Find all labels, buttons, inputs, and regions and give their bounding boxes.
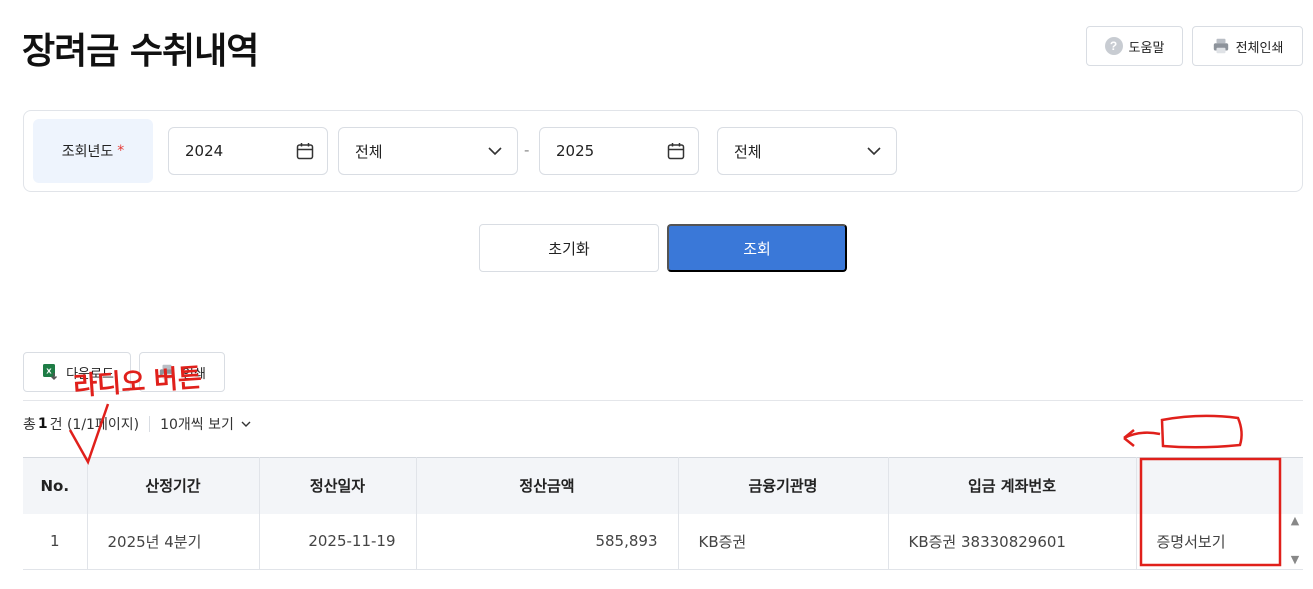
annotation-arrow [1123, 429, 1161, 447]
search-filter-box: 조회년도 * 2024 전체 - 2025 전체 [23, 110, 1303, 192]
year-label: 조회년도 * [33, 119, 153, 183]
print-label: 인쇄 [182, 365, 206, 381]
download-label: 다운로드 [66, 365, 114, 381]
table-row: 1 2025년 4분기 2025-11-19 585,893 KB증권 KB증권… [23, 513, 1303, 570]
help-button[interactable]: ? 도움말 [1086, 26, 1183, 66]
year-label-text: 조회년도 [61, 144, 114, 160]
summary-prefix: 총 [23, 417, 36, 433]
col-header-account: 입금 계좌번호 [888, 457, 1137, 514]
total-count: 1 [37, 416, 48, 432]
cell-account: KB증권 38330829601 [888, 513, 1137, 570]
result-summary: 총 1 건 (1/1페이지) 10개씩 보기 [23, 414, 252, 434]
printer-icon [159, 364, 175, 380]
from-period-value: 전체 [355, 142, 383, 161]
chevron-down-icon [241, 421, 251, 427]
print-all-label: 전체인쇄 [1235, 39, 1284, 55]
annotation-small-box [1160, 414, 1243, 449]
col-header-no: No. [23, 457, 88, 514]
cell-settle-date: 2025-11-19 [259, 513, 417, 570]
divider [23, 400, 1303, 401]
result-table: No. 산정기간 정산일자 정산금액 금융기관명 입금 계좌번호 1 2025년… [23, 457, 1303, 570]
col-header-period: 산정기간 [87, 457, 260, 514]
printer-icon [1213, 38, 1228, 54]
calendar-icon[interactable] [295, 141, 315, 161]
to-period-select[interactable]: 전체 [717, 127, 897, 175]
table-header-row: No. 산정기간 정산일자 정산금액 금융기관명 입금 계좌번호 [23, 457, 1303, 514]
col-header-institution: 금융기관명 [678, 457, 889, 514]
from-year-input[interactable]: 2024 [168, 127, 328, 175]
svg-text:X: X [46, 368, 52, 376]
scroll-up-arrow[interactable]: ▲ [1289, 515, 1301, 526]
print-all-button[interactable]: 전체인쇄 [1192, 26, 1303, 66]
to-year-input[interactable]: 2025 [539, 127, 699, 175]
col-header-amount: 정산금액 [416, 457, 679, 514]
print-button[interactable]: 인쇄 [139, 352, 225, 392]
range-separator: - [524, 141, 530, 159]
chevron-down-icon [488, 147, 502, 156]
required-mark: * [117, 143, 125, 159]
help-icon: ? [1104, 37, 1123, 55]
per-page-select[interactable]: 10개씩 보기 [160, 414, 252, 434]
view-certificate-link[interactable]: 증명서보기 [1136, 513, 1303, 570]
col-header-certificate [1136, 457, 1303, 514]
calendar-icon[interactable] [666, 141, 686, 161]
summary-suffix: 건 (1/1페이지) [49, 417, 140, 433]
from-period-select[interactable]: 전체 [338, 127, 518, 175]
cell-institution: KB증권 [678, 513, 889, 570]
search-button[interactable]: 조회 [667, 224, 847, 272]
reset-button[interactable]: 초기화 [479, 224, 659, 272]
scroll-down-arrow[interactable]: ▼ [1289, 554, 1301, 565]
help-label: 도움말 [1128, 39, 1165, 55]
to-year-value: 2025 [556, 142, 595, 160]
to-period-value: 전체 [734, 142, 762, 161]
from-year-value: 2024 [185, 142, 224, 160]
chevron-down-icon [867, 147, 881, 156]
page-title: 장려금 수취내역 [22, 31, 259, 72]
col-header-settle-date: 정산일자 [259, 457, 417, 514]
summary-separator [149, 416, 151, 432]
per-page-label: 10개씩 보기 [160, 417, 234, 433]
excel-download-icon: X [43, 364, 58, 381]
cell-amount: 585,893 [416, 513, 679, 570]
cell-no: 1 [23, 513, 88, 570]
download-button[interactable]: X 다운로드 [23, 352, 131, 392]
cell-period: 2025년 4분기 [87, 513, 260, 570]
